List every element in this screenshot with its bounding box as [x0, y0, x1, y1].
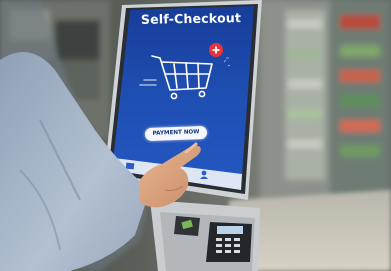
person-icon[interactable]	[201, 170, 207, 176]
card-reader[interactable]	[206, 222, 252, 262]
card-icon[interactable]	[125, 162, 135, 170]
payment-now-button[interactable]: PAYMENT NOW	[144, 125, 208, 142]
kiosk-title: Self-Checkout	[140, 10, 242, 27]
self-checkout-photo: Self-Checkout PAYMENT NOW	[0, 0, 391, 271]
